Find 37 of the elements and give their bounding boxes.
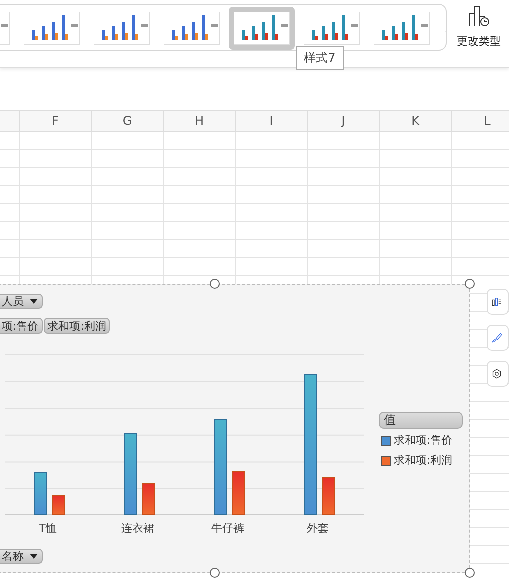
settings-button[interactable]	[487, 361, 509, 387]
chart-elements-button[interactable]	[487, 289, 509, 315]
column-header[interactable]: F	[20, 111, 92, 131]
chart-type-icon	[467, 4, 491, 28]
legend-label: 求和项:售价	[394, 433, 453, 448]
bar	[142, 484, 156, 516]
column-header[interactable]: H	[164, 111, 236, 131]
column-header[interactable]: K	[380, 111, 452, 131]
bar	[52, 496, 66, 516]
column-header[interactable]: J	[308, 111, 380, 131]
resize-handle[interactable]	[465, 279, 475, 289]
axis-field-button[interactable]: 名称	[0, 549, 43, 564]
brush-button[interactable]	[487, 325, 509, 351]
bar	[34, 472, 48, 516]
change-type-button[interactable]: 更改类型	[453, 0, 505, 67]
resize-handle[interactable]	[465, 568, 475, 578]
value-field-button[interactable]: 项:售价	[0, 318, 43, 334]
resize-handle[interactable]	[210, 279, 220, 289]
dropdown-icon	[30, 554, 38, 559]
legend-label: 求和项:利润	[394, 453, 453, 468]
bar	[232, 472, 246, 516]
category-label: 外套	[306, 521, 330, 536]
column-header[interactable]: L	[452, 111, 509, 131]
tooltip: 样式7	[296, 46, 344, 70]
category-label: T恤	[38, 521, 58, 536]
brush-icon	[492, 330, 502, 346]
bar	[322, 478, 336, 516]
column-header[interactable]: G	[92, 111, 164, 131]
value-field-button[interactable]: 求和项:利润	[44, 318, 110, 334]
dropdown-icon	[30, 299, 38, 304]
chart-style-item[interactable]	[229, 7, 295, 50]
filter-field-button[interactable]: 人员	[0, 294, 43, 309]
legend-field-button[interactable]: 值	[379, 412, 463, 429]
resize-handle[interactable]	[210, 568, 220, 578]
category-label: 牛仔裤	[210, 521, 246, 536]
column-header[interactable]: I	[236, 111, 308, 131]
category-label: 连衣裙	[120, 521, 156, 536]
